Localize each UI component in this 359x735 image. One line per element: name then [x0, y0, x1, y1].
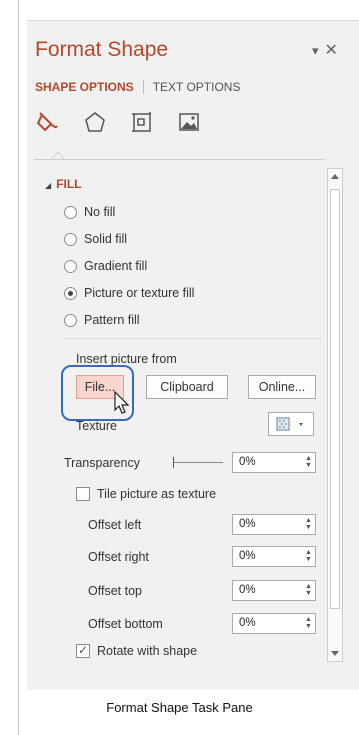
radio-gradient-fill[interactable] — [64, 260, 77, 273]
fill-section-header[interactable]: ◢ FILL — [45, 177, 81, 191]
effects-icon[interactable] — [83, 111, 107, 133]
radio-solid-fill[interactable] — [64, 233, 77, 246]
offset-bottom-spinner[interactable]: 0% ▲ ▼ — [232, 613, 316, 634]
rotate-with-shape-label[interactable]: Rotate with shape — [97, 644, 197, 658]
rotate-with-shape-checkbox[interactable] — [76, 643, 90, 658]
fill-line-icon[interactable] — [36, 111, 60, 133]
texture-swatch-icon — [276, 417, 303, 431]
spinner-arrows-icon[interactable]: ▲ ▼ — [305, 616, 312, 631]
figure-caption: Format Shape Task Pane — [106, 700, 253, 715]
close-icon[interactable]: ✕ — [325, 42, 338, 59]
offset-top-spinner[interactable]: 0% ▲ ▼ — [232, 580, 316, 601]
tab-shape-options[interactable]: SHAPE OPTIONS — [35, 80, 144, 94]
offset-top-label: Offset top — [88, 584, 142, 598]
spinner-arrows-icon[interactable]: ▲ ▼ — [305, 583, 312, 598]
transparency-label: Transparency — [64, 456, 140, 470]
fill-options-divider — [64, 338, 322, 339]
texture-label: Texture — [76, 419, 117, 433]
offset-left-label: Offset left — [88, 518, 142, 532]
figure-frame: Format Shape ▾ ✕ SHAPE OPTIONS TEXT OPTIO… — [0, 0, 359, 735]
pane-title: Format Shape — [35, 38, 169, 61]
label-no-fill[interactable]: No fill — [84, 205, 115, 219]
spinner-arrows-icon[interactable]: ▲ ▼ — [305, 455, 312, 470]
window-controls: ▾ ✕ — [312, 40, 338, 60]
label-gradient-fill[interactable]: Gradient fill — [84, 259, 147, 273]
collapse-triangle-icon: ◢ — [45, 181, 52, 190]
transparency-spinner[interactable]: 0% ▲ ▼ — [232, 452, 316, 473]
offset-left-value[interactable]: 0% — [239, 518, 256, 530]
offset-bottom-value[interactable]: 0% — [239, 617, 256, 629]
radio-no-fill[interactable] — [64, 206, 77, 219]
mouse-cursor-icon — [114, 391, 130, 414]
online-button[interactable]: Online... — [248, 375, 316, 399]
label-picture-texture-fill[interactable]: Picture or texture fill — [84, 286, 194, 300]
transparency-value[interactable]: 0% — [239, 456, 256, 468]
transparency-slider[interactable] — [173, 457, 223, 468]
tab-text-options[interactable]: TEXT OPTIONS — [144, 80, 241, 94]
label-pattern-fill[interactable]: Pattern fill — [84, 313, 140, 327]
scroll-down-icon[interactable] — [331, 651, 339, 657]
clipboard-button[interactable]: Clipboard — [146, 375, 228, 399]
size-properties-icon[interactable] — [130, 111, 154, 133]
scrollbar-thumb[interactable] — [330, 189, 340, 609]
pane-scrollbar[interactable] — [327, 168, 343, 662]
offset-right-value[interactable]: 0% — [239, 550, 256, 562]
radio-picture-texture-fill[interactable] — [64, 287, 77, 300]
insert-picture-label: Insert picture from — [76, 352, 177, 366]
offset-bottom-label: Offset bottom — [88, 617, 163, 631]
label-solid-fill[interactable]: Solid fill — [84, 232, 127, 246]
picture-icon[interactable] — [177, 111, 201, 133]
fill-header-label: FILL — [56, 177, 82, 191]
section-divider — [34, 159, 324, 160]
offset-left-spinner[interactable]: 0% ▲ ▼ — [232, 514, 316, 535]
options-tabs: SHAPE OPTIONS TEXT OPTIONS — [35, 80, 240, 94]
texture-dropdown[interactable] — [268, 412, 314, 436]
spinner-arrows-icon[interactable]: ▲ ▼ — [305, 549, 312, 564]
dropdown-arrow-icon[interactable]: ▾ — [312, 43, 319, 58]
offset-right-label: Offset right — [88, 550, 149, 564]
offset-top-value[interactable]: 0% — [239, 584, 256, 596]
scroll-up-icon[interactable] — [331, 173, 339, 179]
tile-texture-label[interactable]: Tile picture as texture — [97, 487, 216, 501]
offset-right-spinner[interactable]: 0% ▲ ▼ — [232, 546, 316, 567]
radio-pattern-fill[interactable] — [64, 314, 77, 327]
category-icon-bar — [36, 111, 201, 133]
tile-texture-checkbox[interactable] — [76, 487, 90, 501]
spinner-arrows-icon[interactable]: ▲ ▼ — [305, 517, 312, 532]
